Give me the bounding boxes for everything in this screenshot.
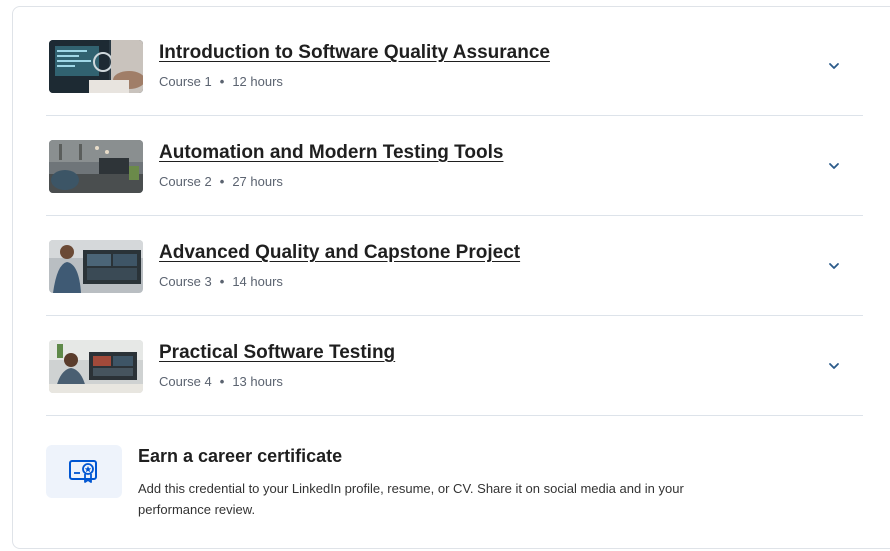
- course-2-meta: Course 2 • 27 hours: [159, 174, 283, 189]
- course-row-1[interactable]: Introduction to Software Quality Assuran…: [46, 16, 863, 116]
- meta-separator: •: [219, 174, 225, 189]
- course-1-thumbnail: [49, 40, 143, 93]
- course-1-title[interactable]: Introduction to Software Quality Assuran…: [159, 42, 550, 64]
- course-4-label: Course 4: [159, 374, 212, 389]
- certificate-description: Add this credential to your LinkedIn pro…: [138, 481, 684, 517]
- course-3-label: Course 3: [159, 274, 212, 289]
- course-3-duration: 14 hours: [232, 274, 283, 289]
- course-row-3[interactable]: Advanced Quality and Capstone Project Co…: [46, 216, 863, 316]
- course-list: Introduction to Software Quality Assuran…: [46, 16, 863, 416]
- course-3-meta: Course 3 • 14 hours: [159, 274, 283, 289]
- course-row-4[interactable]: Practical Software Testing Course 4 • 13 h…: [46, 316, 863, 416]
- course-1-label: Course 1: [159, 74, 212, 89]
- meta-separator: •: [219, 374, 225, 389]
- chevron-down-icon[interactable]: [827, 159, 841, 173]
- course-4-meta: Course 4 • 13 hours: [159, 374, 283, 389]
- chevron-down-icon[interactable]: [827, 259, 841, 273]
- course-4-duration: 13 hours: [232, 374, 283, 389]
- course-1-duration: 12 hours: [232, 74, 283, 89]
- chevron-down-icon[interactable]: [827, 59, 841, 73]
- course-2-title[interactable]: Automation and Modern Testing Tools: [159, 142, 503, 164]
- course-3-title[interactable]: Advanced Quality and Capstone Project: [159, 242, 520, 264]
- course-3-thumbnail: [49, 240, 143, 293]
- course-2-thumbnail: [49, 140, 143, 193]
- course-1-meta: Course 1 • 12 hours: [159, 74, 283, 89]
- meta-separator: •: [219, 74, 225, 89]
- career-certificate-section: Earn a career certificate Add this crede…: [46, 438, 863, 528]
- certificate-icon-container: [46, 445, 122, 498]
- certificate-title: Earn a career certificate: [138, 446, 343, 466]
- chevron-down-icon[interactable]: [827, 359, 841, 373]
- course-2-duration: 27 hours: [232, 174, 283, 189]
- meta-separator: •: [219, 274, 225, 289]
- course-2-label: Course 2: [159, 174, 212, 189]
- course-row-2[interactable]: Automation and Modern Testing Tools Cour…: [46, 116, 863, 216]
- course-4-title[interactable]: Practical Software Testing: [159, 342, 395, 364]
- certificate-icon: [69, 460, 97, 483]
- course-4-thumbnail: [49, 340, 143, 393]
